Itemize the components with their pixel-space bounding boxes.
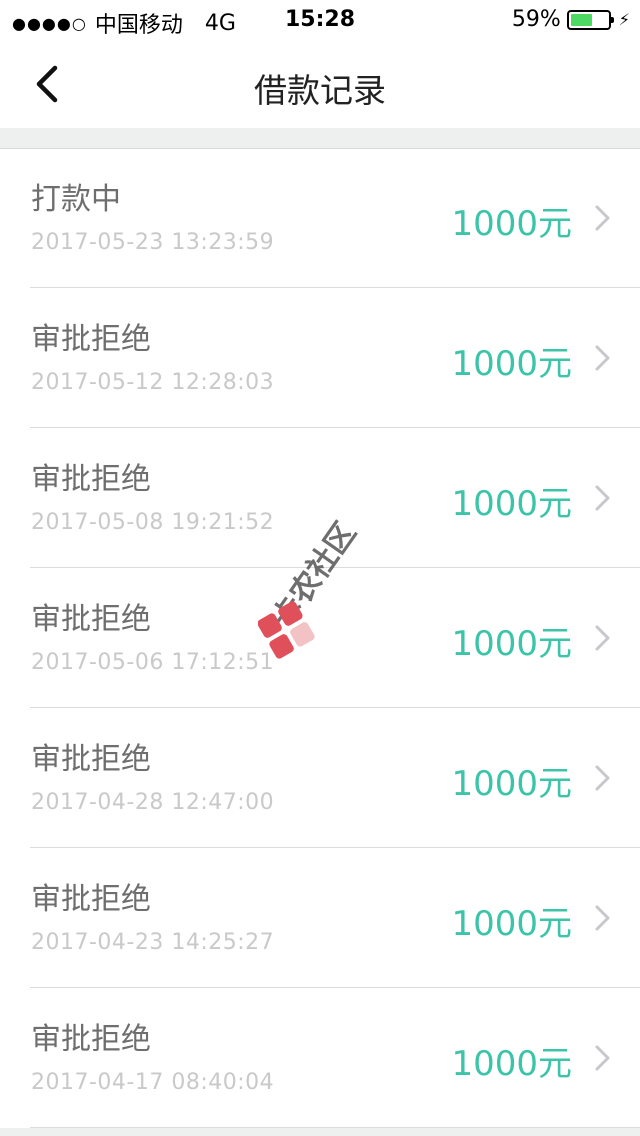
record-time: 2017-05-12 12:28:03: [31, 370, 275, 395]
loan-record-row[interactable]: 审批拒绝 2017-04-23 14:25:27 1000元: [0, 848, 640, 988]
record-time: 2017-05-06 17:12:51: [31, 650, 275, 675]
battery-fill: [570, 13, 592, 26]
loan-records-list: 打款中 2017-05-23 13:23:59 1000元 审批拒绝 2017-05-1…: [0, 148, 640, 1128]
loan-record-row[interactable]: 审批拒绝 2017-04-28 12:47:00 1000元: [0, 708, 640, 848]
chevron-right-icon: [595, 345, 610, 371]
chevron-right-icon: [595, 1045, 610, 1071]
record-amount: 1000元: [451, 484, 572, 524]
record-time: 2017-04-28 12:47:00: [31, 790, 275, 815]
record-time: 2017-04-17 08:40:04: [31, 1070, 275, 1095]
chevron-right-icon: [595, 485, 610, 511]
record-amount: 1000元: [451, 1044, 572, 1084]
record-time: 2017-05-23 13:23:59: [31, 230, 275, 255]
battery-cap: [610, 16, 614, 23]
battery-percent: 59%: [511, 7, 561, 32]
chevron-right-icon: [595, 205, 610, 231]
record-amount: 1000元: [451, 624, 572, 664]
record-status: 审批拒绝: [31, 322, 151, 357]
record-status: 审批拒绝: [31, 882, 151, 917]
chevron-right-icon: [595, 625, 610, 651]
record-status: 审批拒绝: [31, 1022, 151, 1057]
loan-record-row[interactable]: 审批拒绝 2017-05-06 17:12:51 1000元: [0, 568, 640, 708]
record-time: 2017-05-08 19:21:52: [31, 510, 275, 535]
record-amount: 1000元: [451, 764, 572, 804]
page-title: 借款记录: [254, 71, 386, 110]
status-right: 59% ⚡: [512, 7, 630, 32]
record-status: 审批拒绝: [31, 462, 151, 497]
status-bar: ●●●●○ 中国移动 4G 15:28 59% ⚡: [0, 0, 640, 40]
section-divider: [0, 128, 640, 149]
loan-record-row[interactable]: 打款中 2017-05-23 13:23:59 1000元: [0, 148, 640, 288]
loan-record-row[interactable]: 审批拒绝 2017-05-08 19:21:52 1000元: [0, 428, 640, 568]
loan-record-row[interactable]: 审批拒绝 2017-05-12 12:28:03 1000元: [0, 288, 640, 428]
record-status: 打款中: [31, 182, 121, 217]
bottom-band: [0, 1128, 640, 1136]
record-amount: 1000元: [451, 344, 572, 384]
battery-icon: [566, 9, 614, 30]
chevron-right-icon: [595, 905, 610, 931]
charging-bolt-icon: ⚡: [618, 10, 630, 29]
record-amount: 1000元: [451, 204, 572, 244]
record-time: 2017-04-23 14:25:27: [31, 930, 275, 955]
nav-bar: 借款记录: [0, 40, 640, 128]
record-amount: 1000元: [451, 904, 572, 944]
record-status: 审批拒绝: [31, 602, 151, 637]
loan-record-row[interactable]: 审批拒绝 2017-04-17 08:40:04 1000元: [0, 988, 640, 1128]
record-status: 审批拒绝: [31, 742, 151, 777]
chevron-right-icon: [595, 765, 610, 791]
